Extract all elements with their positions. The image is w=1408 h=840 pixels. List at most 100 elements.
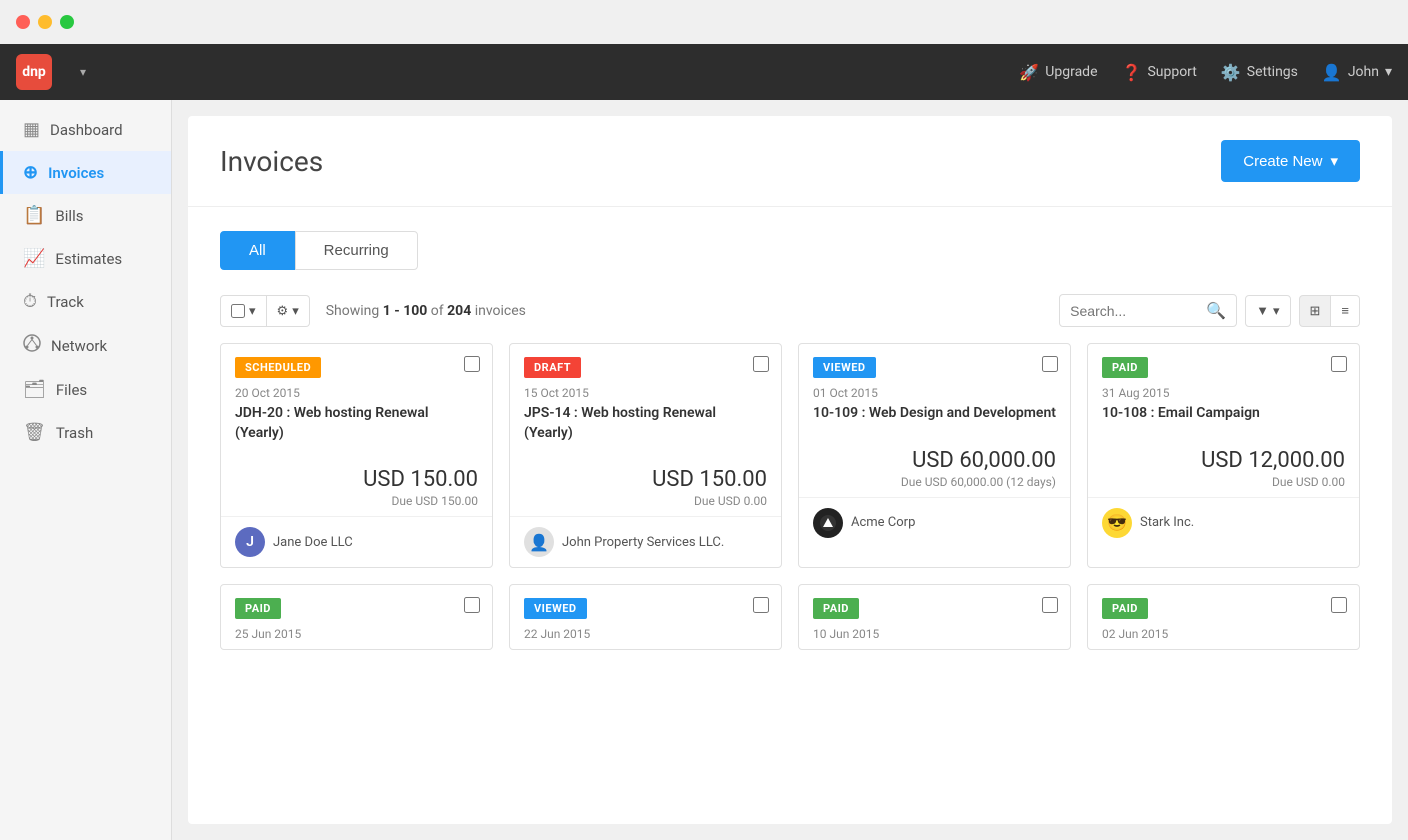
settings-button[interactable]: ⚙️ Settings: [1221, 63, 1298, 82]
logo-chevron-icon: ▾: [80, 65, 86, 79]
status-badge: SCHEDULED: [235, 357, 321, 378]
card-checkbox[interactable]: [1331, 356, 1347, 372]
card-amount: USD 12,000.00: [1102, 448, 1345, 473]
invoice-card[interactable]: DRAFT 15 Oct 2015 JPS-14 : Web hosting R…: [509, 343, 782, 568]
dashboard-icon: ▦: [23, 119, 40, 140]
invoice-card[interactable]: PAID 25 Jun 2015: [220, 584, 493, 650]
sidebar-item-dashboard[interactable]: ▦ Dashboard: [0, 108, 171, 151]
bulk-checkbox[interactable]: [231, 304, 245, 318]
search-box[interactable]: 🔍: [1059, 294, 1237, 327]
invoice-card[interactable]: PAID 31 Aug 2015 10-108 : Email Campaign…: [1087, 343, 1360, 568]
upgrade-button[interactable]: 🚀 Upgrade: [1019, 63, 1097, 82]
card-amount: USD 150.00: [235, 467, 478, 492]
search-input[interactable]: [1070, 303, 1200, 319]
page-header: Invoices Create New ▾: [188, 116, 1392, 207]
page-title: Invoices: [220, 145, 323, 178]
card-amount: USD 60,000.00: [813, 448, 1056, 473]
card-checkbox[interactable]: [753, 597, 769, 613]
card-checkbox[interactable]: [464, 356, 480, 372]
status-badge: PAID: [1102, 357, 1148, 378]
tabs-bar: All Recurring: [188, 207, 1392, 286]
card-header: VIEWED 22 Jun 2015: [510, 585, 781, 649]
card-header: PAID 10 Jun 2015: [799, 585, 1070, 649]
select-chevron-icon: ▾: [249, 303, 256, 319]
sidebar-item-track[interactable]: ⏱ Track: [0, 280, 171, 323]
showing-text: Showing 1 - 100 of 204 invoices: [326, 303, 526, 319]
card-client: 👤 John Property Services LLC.: [510, 516, 781, 567]
card-client: Acme Corp: [799, 497, 1070, 548]
track-icon: ⏱: [23, 291, 37, 312]
invoice-card[interactable]: PAID 10 Jun 2015: [798, 584, 1071, 650]
gear-icon: ⚙️: [1221, 63, 1241, 82]
top-navigation: dnp ▾ 🚀 Upgrade ❓ Support ⚙️ Settings 👤 …: [0, 44, 1408, 100]
card-header: SCHEDULED 20 Oct 2015 JDH-20 : Web hosti…: [221, 344, 492, 451]
card-checkbox[interactable]: [1042, 356, 1058, 372]
card-header: VIEWED 01 Oct 2015 10-109 : Web Design a…: [799, 344, 1070, 432]
client-avatar: [813, 508, 843, 538]
main-layout: ▦ Dashboard ⊕ Invoices 📋 Bills 📈 Estimat…: [0, 100, 1408, 840]
invoice-card[interactable]: PAID 02 Jun 2015: [1087, 584, 1360, 650]
close-button[interactable]: [16, 15, 30, 29]
card-date: 22 Jun 2015: [524, 627, 767, 641]
invoices-icon: ⊕: [23, 162, 38, 183]
view-toggle: ⊞ ≡: [1299, 295, 1361, 327]
invoice-card[interactable]: VIEWED 01 Oct 2015 10-109 : Web Design a…: [798, 343, 1071, 568]
grid-view-button[interactable]: ⊞: [1299, 295, 1332, 327]
invoice-card[interactable]: VIEWED 22 Jun 2015: [509, 584, 782, 650]
minimize-button[interactable]: [38, 15, 52, 29]
status-badge: DRAFT: [524, 357, 581, 378]
sidebar-item-invoices[interactable]: ⊕ Invoices: [0, 151, 171, 194]
filter-icon: ▼: [1256, 303, 1269, 318]
tab-all[interactable]: All: [220, 231, 295, 270]
maximize-button[interactable]: [60, 15, 74, 29]
user-menu[interactable]: 👤 John ▾: [1322, 63, 1392, 82]
status-badge: PAID: [813, 598, 859, 619]
filter-button[interactable]: ▼ ▾: [1245, 295, 1290, 327]
select-checkbox-button[interactable]: ▾: [220, 295, 267, 327]
card-amount-area: USD 12,000.00 Due USD 0.00: [1088, 432, 1359, 497]
status-badge: VIEWED: [813, 357, 876, 378]
content-area: Invoices Create New ▾ All Recurring ▾: [172, 100, 1408, 840]
card-checkbox[interactable]: [1042, 597, 1058, 613]
toolbar: ▾ ⚙ ▾ Showing 1 - 100 of 204 invoices 🔍: [188, 286, 1392, 343]
list-view-button[interactable]: ≡: [1331, 295, 1360, 327]
list-icon: ≡: [1341, 303, 1349, 318]
card-title: JPS-14 : Web hosting Renewal (Yearly): [524, 404, 767, 443]
card-title: JDH-20 : Web hosting Renewal (Yearly): [235, 404, 478, 443]
status-badge: VIEWED: [524, 598, 587, 619]
support-button[interactable]: ❓ Support: [1122, 63, 1197, 82]
status-badge: PAID: [1102, 598, 1148, 619]
card-client: J Jane Doe LLC: [221, 516, 492, 567]
user-icon: 👤: [1322, 63, 1342, 82]
actions-chevron-icon: ▾: [292, 303, 299, 319]
card-amount: USD 150.00: [524, 467, 767, 492]
sidebar-item-trash[interactable]: 🗑 Trash: [0, 411, 171, 454]
create-new-button[interactable]: Create New ▾: [1221, 140, 1360, 182]
estimates-icon: 📈: [23, 248, 45, 269]
create-new-chevron-icon: ▾: [1330, 152, 1338, 170]
trash-icon: 🗑: [23, 422, 46, 443]
bulk-actions-button[interactable]: ⚙ ▾: [267, 295, 310, 327]
card-date: 20 Oct 2015: [235, 386, 478, 400]
network-icon: [23, 334, 41, 357]
card-amount-area: USD 60,000.00 Due USD 60,000.00 (12 days…: [799, 432, 1070, 497]
sidebar-item-estimates[interactable]: 📈 Estimates: [0, 237, 171, 280]
bills-icon: 📋: [23, 205, 45, 226]
invoice-card[interactable]: SCHEDULED 20 Oct 2015 JDH-20 : Web hosti…: [220, 343, 493, 568]
card-title: 10-108 : Email Campaign: [1102, 404, 1345, 424]
card-checkbox[interactable]: [464, 597, 480, 613]
card-checkbox[interactable]: [1331, 597, 1347, 613]
client-name: John Property Services LLC.: [562, 535, 724, 550]
sidebar-item-bills[interactable]: 📋 Bills: [0, 194, 171, 237]
tab-recurring[interactable]: Recurring: [295, 231, 418, 270]
card-date: 25 Jun 2015: [235, 627, 478, 641]
logo[interactable]: dnp: [16, 54, 52, 90]
search-icon: 🔍: [1206, 301, 1226, 320]
card-checkbox[interactable]: [753, 356, 769, 372]
card-date: 15 Oct 2015: [524, 386, 767, 400]
sidebar-item-files[interactable]: 🗂 Files: [0, 368, 171, 411]
card-amount-area: USD 150.00 Due USD 150.00: [221, 451, 492, 516]
files-icon: 🗂: [23, 379, 46, 400]
sidebar-item-network[interactable]: Network: [0, 323, 171, 368]
bulk-select-controls: ▾ ⚙ ▾: [220, 295, 310, 327]
